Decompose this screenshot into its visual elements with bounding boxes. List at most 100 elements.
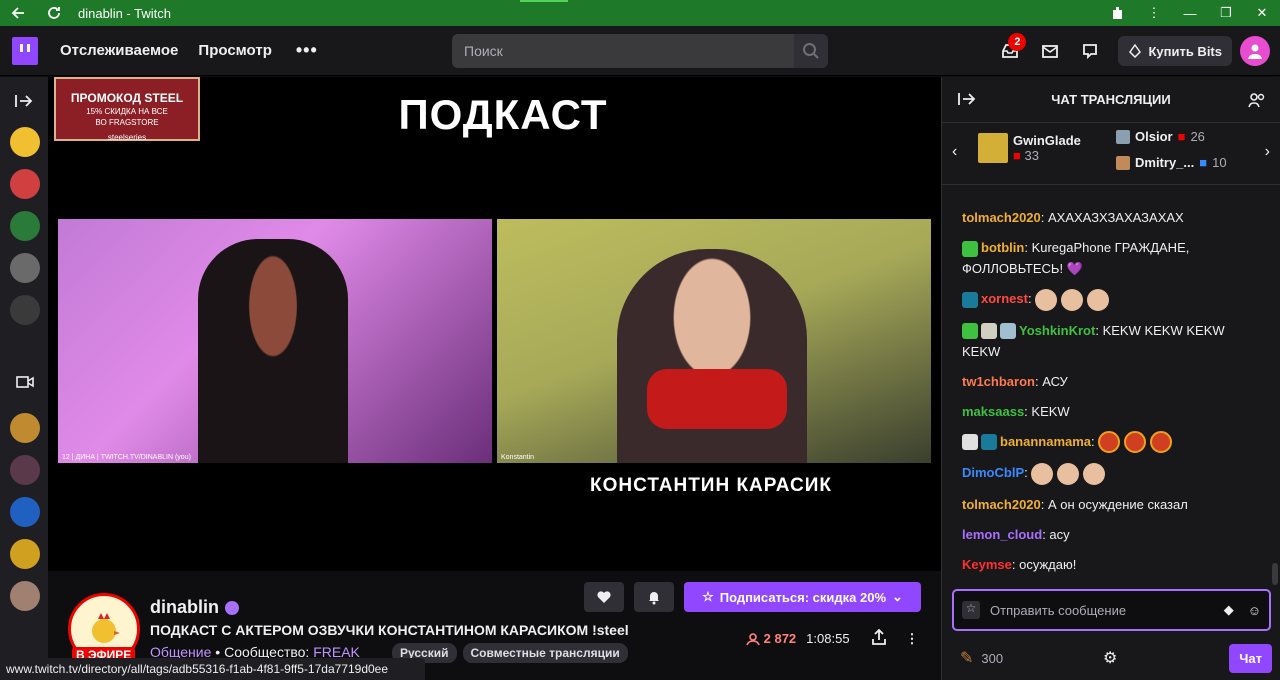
sub-badge-icon xyxy=(981,434,997,451)
guest-scarf xyxy=(647,369,787,429)
buy-bits-button[interactable]: Купить Bits xyxy=(1118,36,1232,66)
chat-username[interactable]: xornest xyxy=(981,291,1028,306)
twitch-logo-icon[interactable] xyxy=(12,36,38,65)
chat-username[interactable]: botblin xyxy=(981,240,1024,255)
chat-message: tolmach2020: А он осуждение сказал xyxy=(962,496,1188,512)
chat-input-placeholder: Отправить сообщение xyxy=(990,602,1127,618)
chat-message: YoshkinKrot: KEKW KEKW KEKW KEKW xyxy=(962,322,1225,359)
sidebar-channel-avatar[interactable] xyxy=(10,413,40,443)
subscribe-button[interactable]: ☆ Подписаться: скидка 20% ⌄ xyxy=(684,582,921,612)
chat-username[interactable]: YoshkinKrot xyxy=(1019,323,1095,338)
host-camera: 12 | ДИНА | TWITCH.TV/DINABLIN (you) xyxy=(58,219,492,463)
search-input[interactable]: Поиск xyxy=(452,34,794,68)
more-options-icon[interactable]: ⋮ xyxy=(906,631,919,647)
gifter-item[interactable]: Dmitry_... ■ 10 xyxy=(1116,155,1227,170)
notifications-bell-button[interactable] xyxy=(634,582,674,612)
star-icon: ☆ xyxy=(702,589,714,604)
sidebar-channel-avatar[interactable] xyxy=(10,497,40,527)
whisper-icon xyxy=(1083,44,1098,60)
sidebar-channel-avatar[interactable] xyxy=(10,127,40,157)
settings-gear-icon[interactable]: ⚙ xyxy=(1103,648,1117,668)
chat-title: ЧАТ ТРАНСЛЯЦИИ xyxy=(1051,92,1171,107)
follow-button[interactable] xyxy=(584,582,624,612)
channel-points-value[interactable]: 300 xyxy=(981,651,1003,666)
chat-text: А он осуждение сказал xyxy=(1048,496,1188,512)
reload-icon[interactable] xyxy=(36,0,72,26)
bits-icon xyxy=(1129,44,1142,58)
gifter-item[interactable]: Olsior ■ 26 xyxy=(1116,129,1205,144)
search-button[interactable] xyxy=(794,34,828,68)
viewer-count: 2 872 xyxy=(746,631,796,647)
chat-input[interactable]: ☆ Отправить сообщение ◆ ☺ xyxy=(952,589,1271,631)
chat-username[interactable]: maksaass xyxy=(962,404,1024,419)
browser-titlebar: dinablin - Twitch ⋮ — ❐ ✕ xyxy=(0,0,1280,26)
chat-username[interactable]: Keymse xyxy=(962,557,1012,572)
extensions-icon[interactable] xyxy=(1100,0,1136,26)
mail-icon xyxy=(1042,45,1059,58)
sidebar-channel-avatar[interactable] xyxy=(10,169,40,199)
expand-sidebar-icon[interactable] xyxy=(14,93,34,114)
chat-username[interactable]: tw1chbaron xyxy=(962,374,1035,389)
subscribe-label: Подписаться: скидка 20% xyxy=(719,589,887,605)
uptime: 1:08:55 xyxy=(806,631,850,646)
send-chat-button[interactable]: Чат xyxy=(1229,643,1272,673)
top-navigation: Отслеживаемое Просмотр ••• Поиск 2 Купит… xyxy=(0,26,1280,76)
emote-icon xyxy=(1035,288,1058,311)
sidebar-channel-avatar[interactable] xyxy=(10,295,40,325)
heart-icon xyxy=(597,591,611,603)
notifications-button[interactable]: 2 xyxy=(990,31,1030,71)
tag-item[interactable]: Совместные трансляции xyxy=(462,643,628,663)
back-icon[interactable] xyxy=(0,0,36,26)
mail-button[interactable] xyxy=(1030,31,1070,71)
nav-following[interactable]: Отслеживаемое xyxy=(60,42,178,59)
stream-stats: 2 872 1:08:55 ⋮ xyxy=(746,628,919,649)
gifter-item[interactable]: GwinGlade ■ 33 xyxy=(978,133,1081,163)
share-icon[interactable] xyxy=(870,628,888,649)
sidebar-channel-avatar[interactable] xyxy=(10,539,40,569)
whispers-button[interactable] xyxy=(1070,31,1110,71)
bits-icon[interactable]: ◆ xyxy=(1224,602,1234,618)
star-icon[interactable]: ☆ xyxy=(962,601,980,619)
collapse-chat-icon[interactable] xyxy=(958,91,976,110)
restore-icon[interactable]: ❐ xyxy=(1208,0,1244,26)
chat-header: ЧАТ ТРАНСЛЯЦИИ xyxy=(942,77,1280,123)
channel-name-text[interactable]: dinablin xyxy=(150,597,219,617)
sidebar-channel-avatar[interactable] xyxy=(10,581,40,611)
chat-text: KEKW xyxy=(1031,403,1070,419)
chat-text: АХАХАЗХЗАХАЗАХАХ xyxy=(1048,210,1184,225)
tag-list: Русский Совместные трансляции xyxy=(392,643,628,663)
gift-rank-icon xyxy=(978,133,1008,163)
video-camera-icon xyxy=(16,375,34,394)
menu-dots-icon[interactable]: ⋮ xyxy=(1136,0,1172,26)
chat-username[interactable]: banannamama xyxy=(1000,434,1091,449)
chat-message: maksaass: KEKW xyxy=(962,403,1070,419)
video-player[interactable]: ПРОМОКОД STEEL 15% СКИДКА НА ВСЕ ВО FRAG… xyxy=(48,77,941,571)
chat-messages: tolmach2020: АХАХАЗХЗАХАЗАХАХ botblin: K… xyxy=(962,207,1262,584)
gifter-name: Olsior xyxy=(1135,129,1173,144)
gift-icon: ■ xyxy=(1177,129,1186,144)
verified-icon xyxy=(225,601,239,616)
chat-username[interactable]: tolmach2020 xyxy=(962,497,1041,512)
chat-username[interactable]: tolmach2020 xyxy=(962,210,1041,225)
user-avatar[interactable] xyxy=(1240,36,1270,66)
emote-icon xyxy=(1087,288,1110,311)
sidebar-channel-avatar[interactable] xyxy=(10,211,40,241)
more-icon[interactable]: ••• xyxy=(296,40,318,61)
chat-username[interactable]: lemon_cloud xyxy=(962,527,1042,542)
sidebar-channel-avatar[interactable] xyxy=(10,455,40,485)
gift-rank-icon xyxy=(1116,129,1130,144)
sidebar-channel-avatar[interactable] xyxy=(10,253,40,283)
gift-icon: ■ xyxy=(1199,155,1208,170)
chevron-left-icon[interactable]: ‹ xyxy=(952,143,957,161)
minimize-icon[interactable]: — xyxy=(1172,0,1208,26)
emote-picker-icon[interactable]: ☺ xyxy=(1248,603,1261,618)
chat-scrollbar[interactable] xyxy=(1272,563,1278,585)
search-bar: Поиск xyxy=(452,34,828,68)
close-icon[interactable]: ✕ xyxy=(1244,0,1280,26)
users-icon[interactable] xyxy=(1248,91,1266,112)
channel-points-icon[interactable]: ✎ xyxy=(960,648,973,668)
chevron-right-icon[interactable]: › xyxy=(1265,143,1270,161)
nav-browse[interactable]: Просмотр xyxy=(198,42,271,59)
chat-username[interactable]: DimoCblP xyxy=(962,465,1024,480)
channel-name[interactable]: dinablin xyxy=(150,597,239,618)
